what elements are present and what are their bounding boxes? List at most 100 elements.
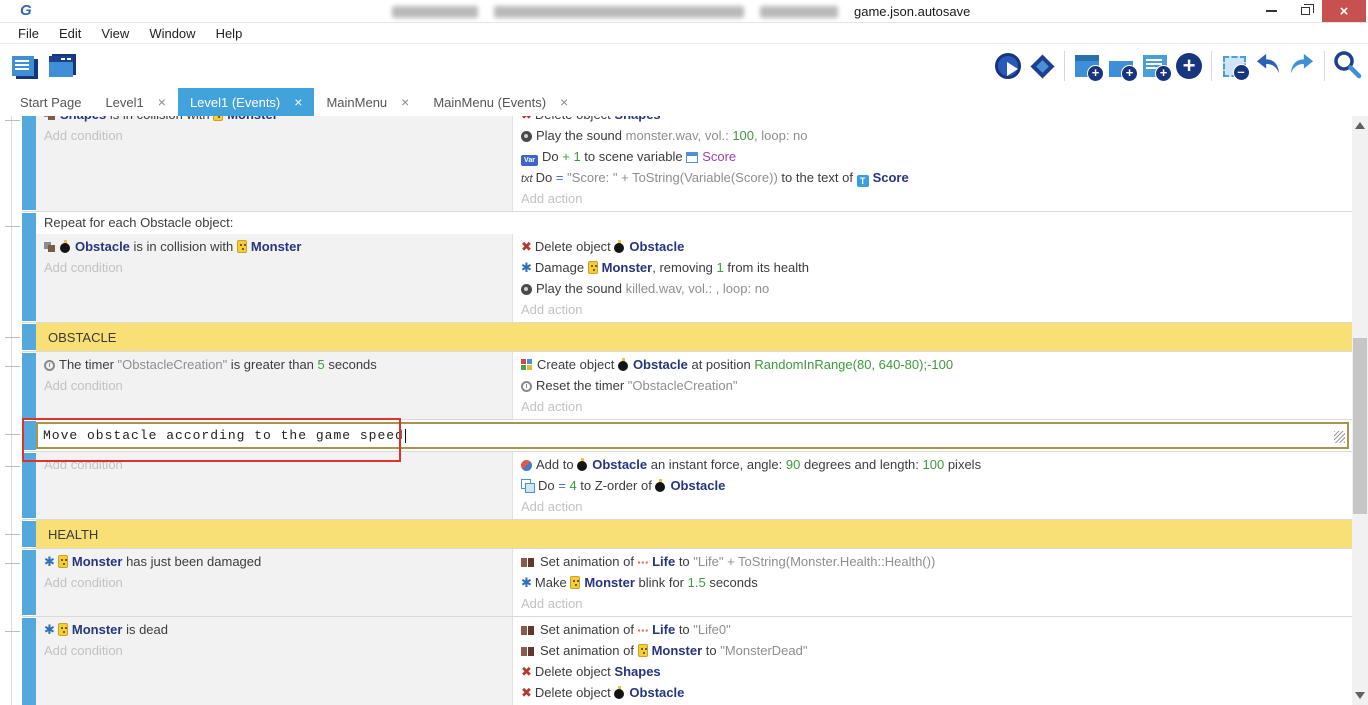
redo-button[interactable] xyxy=(1285,49,1319,83)
preview-play-button[interactable] xyxy=(991,49,1025,83)
add-condition-button[interactable]: Add condition xyxy=(36,640,512,661)
event-row: Add conditionAdd to Obstacle an instant … xyxy=(22,452,1352,520)
action-line[interactable]: ✖Delete object Obstacle xyxy=(513,682,1352,703)
actions-column: Set animation of ▪▪▪Life to "Life" + ToS… xyxy=(512,549,1352,616)
add-sub-event-button[interactable] xyxy=(1104,49,1138,83)
condition-line[interactable]: ✱Monster has just been damaged xyxy=(36,551,512,572)
text-segment: 1.5 xyxy=(688,575,706,590)
tab-close-icon[interactable]: × xyxy=(294,95,302,109)
text-segment: is in collision with xyxy=(106,116,213,122)
tab-start-page[interactable]: Start Page xyxy=(8,88,93,116)
add-condition-button[interactable]: Add condition xyxy=(36,454,512,475)
timer-icon xyxy=(44,360,55,371)
event-selection-bar[interactable] xyxy=(22,324,36,350)
section-header-health[interactable]: HEALTH xyxy=(36,520,1352,548)
scroll-down-arrow[interactable] xyxy=(1355,692,1365,699)
event-selection-bar[interactable] xyxy=(22,550,36,615)
action-line[interactable]: ✖Delete object Shapes xyxy=(513,116,1352,125)
text-segment: Do xyxy=(542,149,562,164)
action-line[interactable]: Create object Obstacle at position Rando… xyxy=(513,354,1352,375)
comment-text-input[interactable]: Move obstacle according to the game spee… xyxy=(36,422,1349,449)
tab-close-icon[interactable]: × xyxy=(158,95,166,109)
condition-line[interactable]: Obstacle is in collision with Monster xyxy=(36,236,512,257)
scroll-up-arrow[interactable] xyxy=(1355,122,1365,129)
resize-grip-icon[interactable] xyxy=(1334,431,1345,443)
action-line[interactable]: Do = 4 to Z-order of Obstacle xyxy=(513,475,1352,496)
action-line[interactable]: Play the sound monster.wav, vol.: 100, l… xyxy=(513,125,1352,146)
event-columns: Shapes is in collision with MonsterAdd c… xyxy=(36,116,1352,211)
delete-icon: ✖ xyxy=(521,116,532,125)
add-event-button[interactable] xyxy=(1070,49,1104,83)
action-line[interactable]: Play the sound killed.wav, vol.: , loop:… xyxy=(513,278,1352,299)
event-selection-bar[interactable] xyxy=(22,353,36,418)
add-comment-event-button[interactable] xyxy=(1138,49,1172,83)
event-selection-bar[interactable] xyxy=(22,213,36,321)
add-action-button[interactable]: Add action xyxy=(513,396,1352,417)
add-circle-button[interactable] xyxy=(1172,49,1206,83)
event-selection-bar[interactable] xyxy=(22,453,36,518)
collision-icon xyxy=(44,242,56,253)
add-action-button[interactable]: Add action xyxy=(513,299,1352,320)
condition-line[interactable]: ✱Monster is dead xyxy=(36,619,512,640)
text-segment: 100 xyxy=(732,128,754,143)
event-selection-bar[interactable] xyxy=(22,521,36,547)
menu-help[interactable]: Help xyxy=(206,23,253,44)
event-selection-bar[interactable] xyxy=(22,421,36,450)
foreach-event-header[interactable]: Repeat for each Obstacle object: xyxy=(36,212,1352,234)
menu-window[interactable]: Window xyxy=(139,23,205,44)
menu-view[interactable]: View xyxy=(91,23,139,44)
text-segment: Delete object xyxy=(535,664,615,679)
text-segment: Life xyxy=(652,622,675,637)
add-action-button[interactable]: Add action xyxy=(513,496,1352,517)
gdevelop-window: G game.json.autosave × FileEditViewWindo… xyxy=(0,0,1368,705)
add-action-button[interactable]: Add action xyxy=(513,188,1352,209)
action-line[interactable]: ✖Delete object Shapes xyxy=(513,661,1352,682)
tab-level1-events[interactable]: Level1 (Events)× xyxy=(178,88,315,116)
menu-edit[interactable]: Edit xyxy=(49,23,91,44)
action-line[interactable]: Set animation of ▪▪▪Life to "Life0" xyxy=(513,619,1352,640)
tab-close-icon[interactable]: × xyxy=(401,95,409,109)
event-selection-bar[interactable] xyxy=(22,618,36,705)
condition-line[interactable]: Shapes is in collision with Monster xyxy=(36,116,512,125)
event-row: Shapes is in collision with MonsterAdd c… xyxy=(22,116,1352,212)
condition-line[interactable]: The timer "ObstacleCreation" is greater … xyxy=(36,354,512,375)
app-logo-icon: G xyxy=(20,2,32,19)
restore-button[interactable] xyxy=(1288,0,1322,22)
add-condition-button[interactable]: Add condition xyxy=(36,257,512,278)
tab-close-icon[interactable]: × xyxy=(560,95,568,109)
tab-mainmenu[interactable]: MainMenu× xyxy=(314,88,421,116)
close-button[interactable]: × xyxy=(1322,0,1366,22)
action-line[interactable]: Add to Obstacle an instant force, angle:… xyxy=(513,454,1352,475)
event-selection-bar[interactable] xyxy=(22,116,36,210)
action-line[interactable]: Set animation of Monster to "MonsterDead… xyxy=(513,640,1352,661)
action-line[interactable]: ✖Delete object Obstacle xyxy=(513,236,1352,257)
debugger-button[interactable] xyxy=(1025,49,1059,83)
add-condition-button[interactable]: Add condition xyxy=(36,125,512,146)
vertical-scrollbar[interactable] xyxy=(1352,116,1368,705)
tab-level1[interactable]: Level1× xyxy=(93,88,178,116)
project-manager-button[interactable] xyxy=(6,49,40,83)
scroll-thumb[interactable] xyxy=(1353,338,1367,514)
text-segment: Add to xyxy=(536,457,577,472)
remove-event-button[interactable] xyxy=(1217,49,1251,83)
menu-file[interactable]: File xyxy=(8,23,49,44)
text-segment: has just been damaged xyxy=(122,554,261,569)
monster-icon xyxy=(237,240,247,253)
minimize-button[interactable] xyxy=(1254,0,1288,22)
add-condition-button[interactable]: Add condition xyxy=(36,375,512,396)
section-header-obstacle[interactable]: OBSTACLE xyxy=(36,323,1352,351)
add-condition-button[interactable]: Add condition xyxy=(36,572,512,593)
tree-tick xyxy=(5,366,20,367)
undo-button[interactable] xyxy=(1251,49,1285,83)
tab-mainmenu-events[interactable]: MainMenu (Events)× xyxy=(421,88,580,116)
action-line[interactable]: ✱Damage Monster, removing 1 from its hea… xyxy=(513,257,1352,278)
add-action-button[interactable]: Add action xyxy=(513,593,1352,614)
action-line[interactable]: VarDo + 1 to scene variable Score xyxy=(513,146,1352,167)
search-button[interactable] xyxy=(1330,49,1364,83)
action-line[interactable]: txtDo = "Score: " + ToString(Variable(Sc… xyxy=(513,167,1352,188)
action-line[interactable]: Reset the timer "ObstacleCreation" xyxy=(513,375,1352,396)
action-line[interactable]: Set animation of ▪▪▪Life to "Life" + ToS… xyxy=(513,551,1352,572)
action-line[interactable]: ✱Make Monster blink for 1.5 seconds xyxy=(513,572,1352,593)
scene-editor-button[interactable] xyxy=(40,49,74,83)
redacted-title-segment xyxy=(392,6,478,18)
